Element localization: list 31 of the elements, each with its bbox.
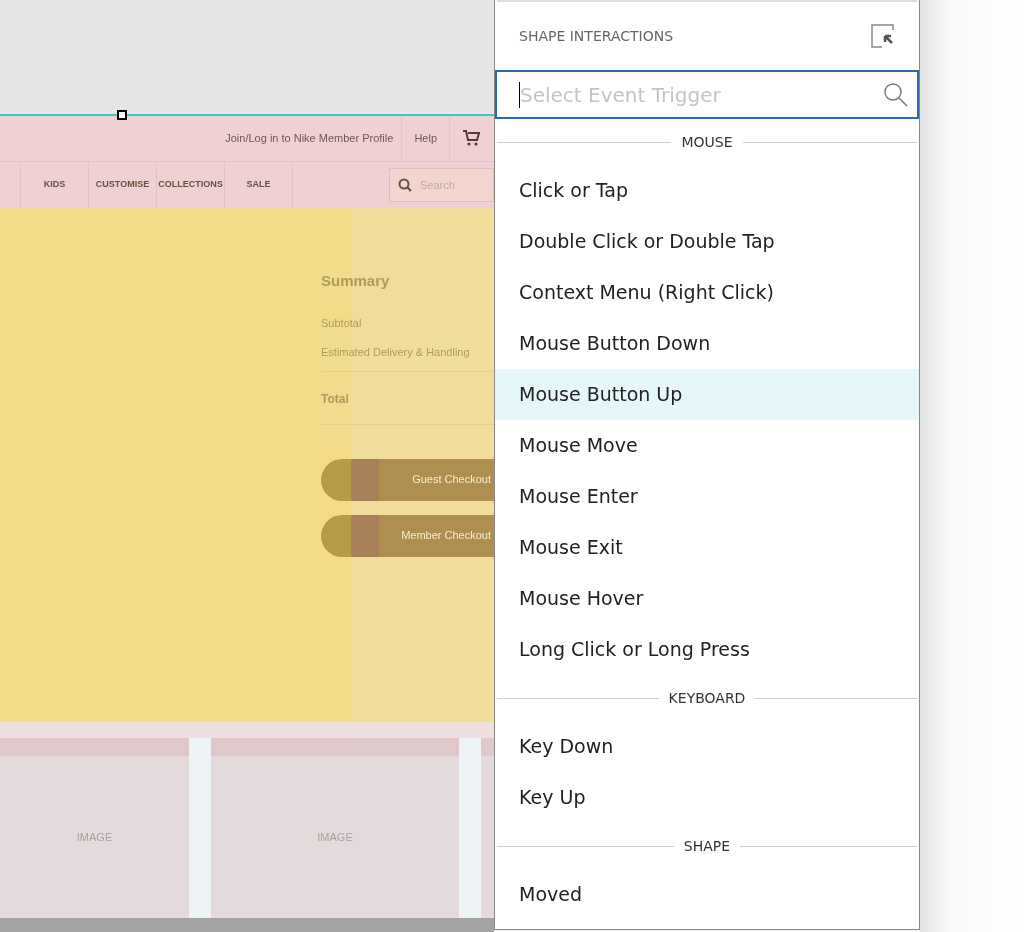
trigger-item[interactable]: Mouse Hover — [495, 573, 919, 624]
summary-line: Subtotal — [321, 315, 363, 331]
image-label: IMAGE — [317, 829, 353, 845]
header-link[interactable]: Join/Log in to Nike Member Profile — [217, 129, 402, 147]
trigger-item[interactable]: Long Click or Long Press — [495, 624, 919, 675]
trigger-item[interactable]: Moved — [495, 869, 919, 920]
group-heading: KEYBOARD — [667, 688, 747, 708]
trigger-item[interactable]: Key Down — [495, 721, 919, 772]
trigger-item[interactable]: Double Click or Double Tap — [495, 216, 919, 267]
trigger-item[interactable]: Mouse Exit — [495, 522, 919, 573]
card-header — [481, 738, 494, 756]
group-heading: MOUSE — [680, 132, 734, 152]
image-label: IMAGE — [76, 829, 113, 845]
total-label: Total — [321, 390, 350, 408]
trigger-item[interactable]: Mouse Button Down — [495, 318, 919, 369]
collapse-icon[interactable] — [871, 24, 895, 48]
trigger-item[interactable]: Context Menu (Right Click) — [495, 267, 919, 318]
cart-icon[interactable] — [463, 130, 481, 146]
summary-line: Estimated Delivery & Handling — [321, 345, 471, 360]
group-heading: SHAPE — [682, 836, 732, 856]
header-link[interactable]: Help — [402, 129, 449, 147]
trigger-item[interactable]: Mouse Button Up — [495, 369, 919, 420]
trigger-item[interactable]: Click or Tap — [495, 165, 919, 216]
trigger-item[interactable]: Mouse Enter — [495, 471, 919, 522]
summary-title: Summary — [321, 271, 391, 291]
search-icon — [398, 178, 412, 192]
trigger-item[interactable]: Mouse Move — [495, 420, 919, 471]
trigger-item[interactable]: Key Up — [495, 772, 919, 823]
resize-handle[interactable] — [117, 110, 127, 120]
search-icon — [883, 81, 909, 108]
panel-title: SHAPE INTERACTIONS — [519, 26, 674, 46]
